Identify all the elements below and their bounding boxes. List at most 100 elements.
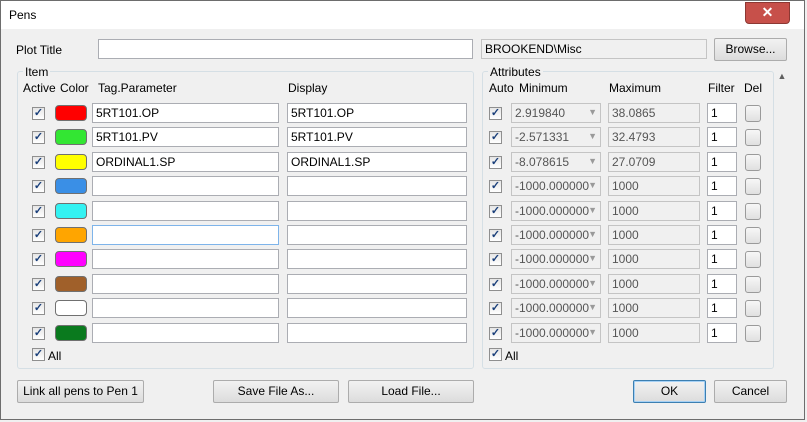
- display-input[interactable]: [287, 323, 467, 343]
- attr-all-label: All: [505, 349, 519, 363]
- delete-pen-button[interactable]: [745, 251, 761, 268]
- auto-checkbox[interactable]: ✓: [489, 278, 502, 291]
- display-input[interactable]: [287, 176, 467, 196]
- color-swatch[interactable]: [55, 154, 87, 170]
- filter-input[interactable]: 1: [707, 274, 737, 294]
- minimum-combo: -8.078615 ▼: [511, 152, 601, 172]
- maximum-header: Maximum: [609, 81, 662, 95]
- filter-input[interactable]: 1: [707, 225, 737, 245]
- auto-checkbox[interactable]: ✓: [489, 253, 502, 266]
- active-checkbox[interactable]: ✓: [32, 180, 45, 193]
- active-checkbox[interactable]: ✓: [32, 229, 45, 242]
- tag-parameter-input[interactable]: [92, 225, 279, 245]
- check-icon: ✓: [33, 107, 44, 119]
- dropdown-arrow-icon: ▼: [588, 229, 597, 239]
- color-swatch[interactable]: [55, 300, 87, 316]
- plot-title-input[interactable]: [98, 39, 473, 59]
- color-swatch[interactable]: [55, 325, 87, 341]
- filter-input[interactable]: 1: [707, 249, 737, 269]
- minimum-value: -1000.000000: [515, 277, 590, 291]
- color-swatch[interactable]: [55, 276, 87, 292]
- tag-parameter-input[interactable]: 5RT101.OP: [92, 103, 279, 123]
- color-swatch[interactable]: [55, 105, 87, 121]
- close-button[interactable]: ✕: [745, 2, 790, 24]
- attr-all-checkbox[interactable]: ✓: [489, 348, 502, 361]
- filter-input[interactable]: 1: [707, 323, 737, 343]
- tag-parameter-input[interactable]: [92, 323, 279, 343]
- delete-pen-button[interactable]: [745, 154, 761, 171]
- auto-checkbox[interactable]: ✓: [489, 180, 502, 193]
- tag-parameter-input[interactable]: ORDINAL1.SP: [92, 152, 279, 172]
- auto-checkbox[interactable]: ✓: [489, 107, 502, 120]
- active-checkbox[interactable]: ✓: [32, 327, 45, 340]
- cancel-button[interactable]: Cancel: [714, 380, 787, 403]
- maximum-field: 1000: [608, 225, 700, 245]
- filter-input[interactable]: 1: [707, 298, 737, 318]
- color-swatch[interactable]: [55, 178, 87, 194]
- dropdown-arrow-icon: ▼: [588, 302, 597, 312]
- active-checkbox[interactable]: ✓: [32, 107, 45, 120]
- auto-checkbox[interactable]: ✓: [489, 302, 502, 315]
- check-icon: ✓: [490, 229, 501, 241]
- delete-pen-button[interactable]: [745, 325, 761, 342]
- scroll-up-icon[interactable]: ▲: [776, 71, 788, 81]
- delete-pen-button[interactable]: [745, 105, 761, 122]
- auto-checkbox[interactable]: ✓: [489, 229, 502, 242]
- display-input[interactable]: [287, 298, 467, 318]
- window-title: Pens: [9, 8, 37, 22]
- delete-pen-button[interactable]: [745, 300, 761, 317]
- tag-parameter-input[interactable]: [92, 201, 279, 221]
- maximum-field: 1000: [608, 176, 700, 196]
- color-swatch[interactable]: [55, 129, 87, 145]
- delete-pen-button[interactable]: [745, 227, 761, 244]
- tag-parameter-input[interactable]: [92, 274, 279, 294]
- tag-parameter-input[interactable]: 5RT101.PV: [92, 127, 279, 147]
- display-input[interactable]: 5RT101.OP: [287, 103, 467, 123]
- tag-parameter-input[interactable]: [92, 176, 279, 196]
- vertical-scrollbar[interactable]: ▲: [776, 71, 788, 369]
- tag-parameter-input[interactable]: [92, 249, 279, 269]
- color-swatch[interactable]: [55, 203, 87, 219]
- display-input[interactable]: [287, 249, 467, 269]
- active-checkbox[interactable]: ✓: [32, 156, 45, 169]
- filter-input[interactable]: 1: [707, 152, 737, 172]
- save-file-as-button[interactable]: Save File As...: [213, 380, 339, 403]
- filter-input[interactable]: 1: [707, 176, 737, 196]
- filter-input[interactable]: 1: [707, 103, 737, 123]
- maximum-field: 38.0865: [608, 103, 700, 123]
- minimum-combo: -1000.000000 ▼: [511, 323, 601, 343]
- display-input[interactable]: [287, 225, 467, 245]
- active-checkbox[interactable]: ✓: [32, 253, 45, 266]
- check-icon: ✓: [33, 302, 44, 314]
- auto-checkbox[interactable]: ✓: [489, 131, 502, 144]
- browse-button[interactable]: Browse...: [714, 38, 787, 61]
- color-swatch[interactable]: [55, 251, 87, 267]
- display-input[interactable]: 5RT101.PV: [287, 127, 467, 147]
- display-input[interactable]: [287, 201, 467, 221]
- delete-pen-button[interactable]: [745, 203, 761, 220]
- delete-pen-button[interactable]: [745, 276, 761, 293]
- active-checkbox[interactable]: ✓: [32, 278, 45, 291]
- load-file-button[interactable]: Load File...: [348, 380, 474, 403]
- active-checkbox[interactable]: ✓: [32, 302, 45, 315]
- delete-pen-button[interactable]: [745, 178, 761, 195]
- filter-input[interactable]: 1: [707, 201, 737, 221]
- link-all-pens-button[interactable]: Link all pens to Pen 1: [17, 380, 144, 403]
- display-input[interactable]: [287, 274, 467, 294]
- color-swatch[interactable]: [55, 227, 87, 243]
- check-icon: ✓: [490, 278, 501, 290]
- display-input[interactable]: ORDINAL1.SP: [287, 152, 467, 172]
- tag-parameter-input[interactable]: [92, 298, 279, 318]
- ok-button[interactable]: OK: [633, 380, 706, 403]
- auto-checkbox[interactable]: ✓: [489, 327, 502, 340]
- item-all-checkbox[interactable]: ✓: [32, 348, 45, 361]
- delete-pen-button[interactable]: [745, 129, 761, 146]
- auto-checkbox[interactable]: ✓: [489, 156, 502, 169]
- minimum-value: -8.078615: [515, 155, 570, 169]
- filter-input[interactable]: 1: [707, 127, 737, 147]
- active-checkbox[interactable]: ✓: [32, 205, 45, 218]
- auto-checkbox[interactable]: ✓: [489, 205, 502, 218]
- minimum-combo: -1000.000000 ▼: [511, 298, 601, 318]
- tag-parameter-header: Tag.Parameter: [98, 81, 177, 95]
- active-checkbox[interactable]: ✓: [32, 131, 45, 144]
